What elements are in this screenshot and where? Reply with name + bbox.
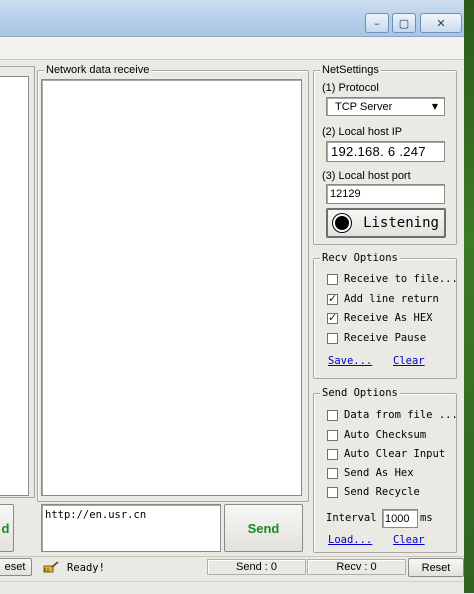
checkbox[interactable] bbox=[327, 467, 338, 479]
listening-indicator-icon bbox=[333, 214, 352, 232]
check-icon: ✓ bbox=[328, 291, 338, 305]
recv-save-link[interactable]: Save... bbox=[328, 355, 372, 368]
send-option-auto-clear-input[interactable]: Auto Clear Input bbox=[327, 447, 445, 461]
send-options-title: Send Options bbox=[320, 386, 400, 400]
checkbox[interactable] bbox=[327, 486, 338, 498]
send-load-link[interactable]: Load... bbox=[328, 534, 372, 547]
close-button[interactable]: ✕ bbox=[420, 13, 462, 33]
listen-button[interactable]: Listening bbox=[326, 208, 446, 238]
window-bottom-border bbox=[0, 581, 464, 594]
checkbox[interactable] bbox=[327, 332, 338, 344]
checkbox[interactable] bbox=[327, 429, 338, 441]
checkbox[interactable] bbox=[327, 409, 338, 421]
listen-button-label: Listening bbox=[363, 215, 439, 231]
status-ready-text: Ready! bbox=[67, 562, 105, 574]
send-button-label: Send bbox=[247, 520, 280, 536]
network-receive-title: Network data receive bbox=[44, 63, 152, 77]
send-button[interactable]: Send bbox=[224, 504, 303, 552]
recv-option-receive-pause[interactable]: Receive Pause bbox=[327, 331, 426, 345]
left-panel-partial bbox=[0, 66, 35, 498]
send-count-label: Send : 0 bbox=[236, 561, 277, 573]
recv-option-receive-as-hex[interactable]: ✓ Receive As HEX bbox=[327, 311, 433, 325]
reset-button-label: Reset bbox=[421, 561, 451, 574]
recv-option-label: Receive Pause bbox=[344, 332, 427, 344]
recv-clear-link[interactable]: Clear bbox=[393, 355, 425, 368]
minimize-icon: – bbox=[374, 16, 380, 30]
host-ip-label: (2) Local host IP bbox=[322, 126, 403, 138]
maximize-icon: ▢ bbox=[398, 16, 410, 30]
protocol-value: TCP Server bbox=[335, 100, 393, 113]
recv-option-receive-to-file[interactable]: Receive to file... bbox=[327, 272, 458, 286]
send-option-send-as-hex[interactable]: Send As Hex bbox=[327, 466, 414, 480]
check-icon: ✓ bbox=[328, 310, 338, 324]
host-port-input[interactable]: 12129 bbox=[326, 184, 445, 204]
title-bar: – ▢ ✕ bbox=[0, 0, 464, 37]
chevron-down-icon[interactable]: ▼ bbox=[428, 99, 442, 113]
host-port-value: 12129 bbox=[330, 188, 361, 200]
send-option-data-from-file[interactable]: Data from file ... bbox=[327, 408, 458, 422]
desktop-background bbox=[464, 0, 474, 593]
send-clear-link[interactable]: Clear bbox=[393, 534, 425, 547]
net-settings-title: NetSettings bbox=[320, 63, 381, 77]
send-option-label: Data from file ... bbox=[344, 409, 458, 421]
recv-count-label: Recv : 0 bbox=[336, 561, 377, 573]
interval-label: Interval bbox=[326, 512, 377, 524]
send-option-label: Auto Clear Input bbox=[344, 448, 446, 460]
recv-options-title: Recv Options bbox=[320, 251, 400, 265]
protocol-label: (1) Protocol bbox=[322, 82, 379, 94]
recv-option-add-line-return[interactable]: ✓ Add line return bbox=[327, 292, 439, 306]
left-partial-button-label: d bbox=[1, 520, 10, 536]
left-partial-button[interactable]: d bbox=[0, 504, 14, 552]
protocol-select[interactable]: TCP Server ▼ bbox=[326, 97, 445, 116]
send-count: Send : 0 bbox=[207, 559, 306, 575]
menu-strip bbox=[0, 37, 464, 60]
left-reset-label: eset bbox=[4, 561, 26, 573]
send-input[interactable]: http://en.usr.cn bbox=[41, 504, 221, 552]
host-ip-input[interactable]: 192.168. 6 .247 bbox=[326, 141, 445, 162]
left-panel-box bbox=[0, 76, 29, 496]
host-ip-value: 192.168. 6 .247 bbox=[331, 144, 426, 159]
status-divider bbox=[0, 556, 464, 557]
recv-option-label: Receive As HEX bbox=[344, 312, 433, 324]
close-icon: ✕ bbox=[436, 16, 446, 30]
recv-count: Recv : 0 bbox=[307, 559, 406, 575]
recv-option-label: Receive to file... bbox=[344, 273, 458, 285]
maximize-button[interactable]: ▢ bbox=[392, 13, 416, 33]
send-option-label: Auto Checksum bbox=[344, 429, 427, 441]
network-receive-textarea[interactable] bbox=[41, 79, 302, 496]
interval-unit: ms bbox=[420, 512, 433, 524]
host-port-label: (3) Local host port bbox=[322, 170, 411, 182]
send-option-auto-checksum[interactable]: Auto Checksum bbox=[327, 428, 426, 442]
checkbox[interactable]: ✓ bbox=[327, 310, 338, 324]
checkbox[interactable] bbox=[327, 448, 338, 460]
minimize-button[interactable]: – bbox=[365, 13, 389, 33]
recv-option-label: Add line return bbox=[344, 293, 439, 305]
checkbox[interactable] bbox=[327, 273, 338, 285]
send-option-label: Send Recycle bbox=[344, 486, 420, 498]
broom-icon bbox=[43, 561, 59, 573]
interval-input[interactable]: 1000 bbox=[382, 509, 418, 528]
checkbox[interactable]: ✓ bbox=[327, 291, 338, 305]
interval-value: 1000 bbox=[385, 512, 410, 525]
left-reset-button-partial[interactable]: eset bbox=[0, 558, 32, 576]
reset-button[interactable]: Reset bbox=[408, 558, 464, 577]
send-option-label: Send As Hex bbox=[344, 467, 414, 479]
send-option-send-recycle[interactable]: Send Recycle bbox=[327, 485, 420, 499]
send-input-value: http://en.usr.cn bbox=[45, 509, 147, 521]
